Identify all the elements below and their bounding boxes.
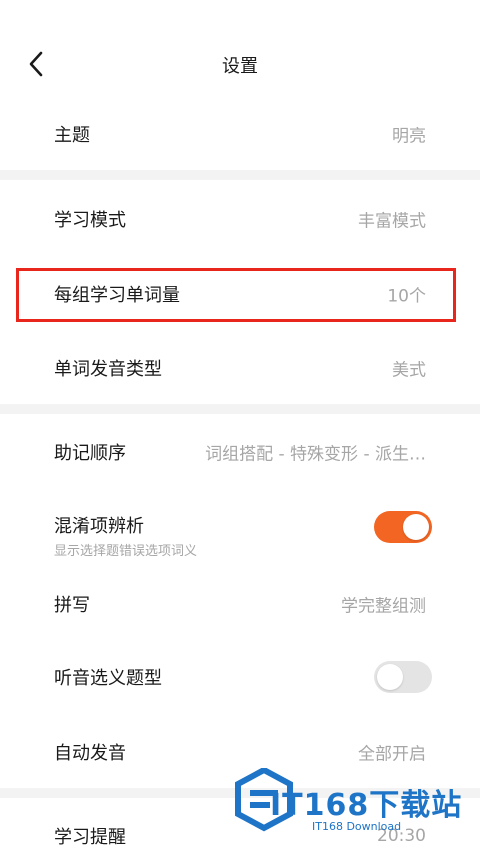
setting-sublabel: 显示选择题错误选项词义 bbox=[54, 544, 198, 559]
setting-value: 美式 bbox=[392, 360, 426, 381]
setting-value: 学完整组测 bbox=[341, 596, 426, 617]
setting-value: 明亮 bbox=[392, 126, 426, 147]
setting-label: 主题 bbox=[54, 125, 90, 146]
toggle-knob bbox=[403, 514, 429, 540]
setting-label: 学习模式 bbox=[54, 210, 126, 231]
setting-label: 学习提醒 bbox=[54, 827, 126, 848]
section-divider bbox=[0, 404, 480, 414]
setting-row-pronunciation-type[interactable]: 单词发音类型 美式 bbox=[0, 338, 480, 398]
setting-row-confusing-options: 混淆项辨析 显示选择题错误选项词义 bbox=[0, 498, 480, 560]
setting-value: 20:30 bbox=[377, 826, 426, 846]
setting-row-listening-quiz: 听音选义题型 bbox=[0, 647, 480, 707]
setting-value: 丰富模式 bbox=[358, 211, 426, 232]
toggle-knob bbox=[377, 664, 403, 690]
setting-value: 词组搭配 - 特殊变形 - 派生… bbox=[205, 444, 426, 465]
setting-row-auto-pronounce[interactable]: 自动发音 全部开启 bbox=[0, 722, 480, 782]
section-divider bbox=[0, 170, 480, 180]
setting-label: 自动发音 bbox=[54, 743, 126, 764]
highlight-box bbox=[16, 268, 456, 322]
setting-row-study-mode[interactable]: 学习模式 丰富模式 bbox=[0, 189, 480, 249]
setting-row-study-reminder[interactable]: 学习提醒 20:30 bbox=[0, 806, 480, 866]
listening-quiz-toggle[interactable] bbox=[374, 661, 432, 693]
page-title: 设置 bbox=[222, 56, 258, 77]
setting-row-theme[interactable]: 主题 明亮 bbox=[0, 104, 480, 164]
setting-label: 拼写 bbox=[54, 595, 90, 616]
section-divider bbox=[0, 788, 480, 798]
setting-label: 混淆项辨析 bbox=[54, 516, 144, 537]
setting-label: 助记顺序 bbox=[54, 443, 126, 464]
setting-row-spelling[interactable]: 拼写 学完整组测 bbox=[0, 574, 480, 634]
confusing-options-toggle[interactable] bbox=[374, 511, 432, 543]
setting-row-mnemonic-order[interactable]: 助记顺序 词组搭配 - 特殊变形 - 派生… bbox=[0, 422, 480, 482]
setting-label: 单词发音类型 bbox=[54, 359, 162, 380]
setting-label: 听音选义题型 bbox=[54, 668, 162, 689]
setting-value: 全部开启 bbox=[358, 744, 426, 765]
